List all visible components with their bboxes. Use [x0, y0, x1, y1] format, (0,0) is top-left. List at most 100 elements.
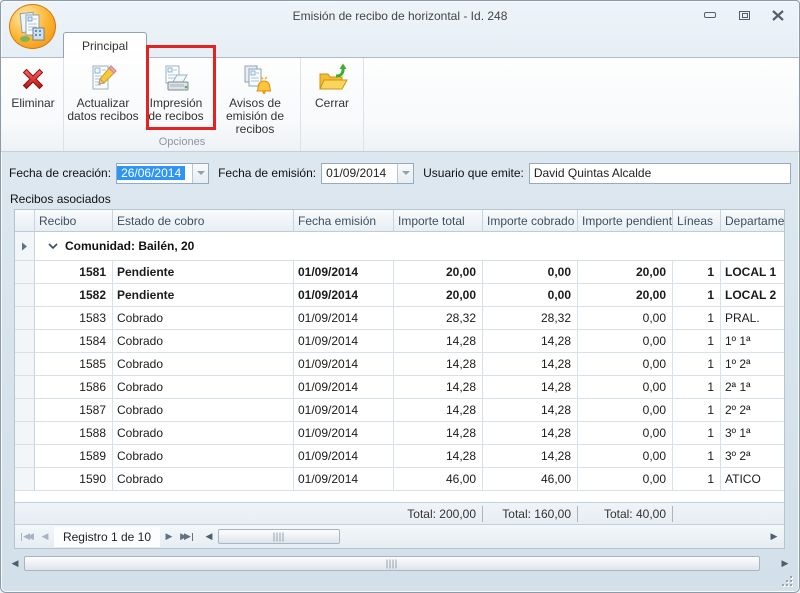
cell-importe-cobrado: 14,28: [483, 399, 578, 422]
table-row[interactable]: 1584 Cobrado 01/09/2014 14,28 14,28 0,00…: [15, 330, 784, 353]
table-row[interactable]: 1586 Cobrado 01/09/2014 14,28 14,28 0,00…: [15, 376, 784, 399]
cell-importe-total: 28,32: [394, 307, 483, 330]
cell-importe-cobrado: 0,00: [483, 284, 578, 307]
resize-grip-icon[interactable]: [782, 576, 792, 586]
totals-row: Total: 200,00 Total: 160,00 Total: 40,00: [15, 502, 784, 524]
table-row[interactable]: 1582 Pendiente 01/09/2014 20,00 0,00 20,…: [15, 284, 784, 307]
table-row[interactable]: 1583 Cobrado 01/09/2014 28,32 28,32 0,00…: [15, 307, 784, 330]
cell-lineas: 1: [673, 399, 721, 422]
grid-horizontal-scrollbar[interactable]: ◀ ▶: [202, 528, 781, 545]
row-marker-icon: [21, 242, 28, 251]
eliminar-button[interactable]: Eliminar: [3, 58, 63, 110]
scroll-left-icon[interactable]: ◀: [202, 531, 216, 542]
usuario-emite-value: David Quintas Alcalde: [530, 166, 655, 180]
usuario-emite-label: Usuario que emite:: [423, 166, 524, 180]
nav-prev-button[interactable]: ◀: [36, 528, 54, 546]
cell-fecha: 01/09/2014: [294, 376, 394, 399]
impresion-recibos-button[interactable]: Impresión de recibos: [142, 58, 210, 123]
header-cell-recibo[interactable]: Recibo: [35, 210, 113, 232]
grid-scroll-track[interactable]: [216, 528, 767, 545]
grid-body: 1581 Pendiente 01/09/2014 20,00 0,00 20,…: [15, 261, 784, 491]
window-scroll-thumb[interactable]: [24, 556, 760, 571]
chevron-down-icon: [402, 171, 410, 175]
close-button[interactable]: [771, 9, 785, 21]
row-selector-cell[interactable]: [15, 376, 35, 399]
table-row[interactable]: 1585 Cobrado 01/09/2014 14,28 14,28 0,00…: [15, 353, 784, 376]
restore-button[interactable]: [737, 9, 751, 21]
table-row[interactable]: 1587 Cobrado 01/09/2014 14,28 14,28 0,00…: [15, 399, 784, 422]
header-cell-importe-cobrado[interactable]: Importe cobrado: [483, 210, 578, 232]
group-row-label: Comunidad: Bailén, 20: [65, 239, 194, 253]
nav-record-label: Registro 1 de 10: [54, 527, 160, 547]
total-importe-pendiente: Total: 40,00: [578, 506, 673, 522]
window-horizontal-scrollbar[interactable]: ◀ ▶: [8, 555, 792, 572]
notification-bell-icon: [239, 62, 271, 96]
row-selector-cell[interactable]: [15, 422, 35, 445]
scroll-right-icon[interactable]: ▶: [778, 558, 792, 569]
header-cell-departamento[interactable]: Departamen: [721, 210, 784, 232]
row-selector-cell[interactable]: [15, 399, 35, 422]
table-row[interactable]: 1581 Pendiente 01/09/2014 20,00 0,00 20,…: [15, 261, 784, 284]
table-row[interactable]: 1588 Cobrado 01/09/2014 14,28 14,28 0,00…: [15, 422, 784, 445]
header-cell-lineas[interactable]: Líneas: [673, 210, 721, 232]
cell-importe-pendiente: 0,00: [578, 445, 673, 468]
row-selector-cell[interactable]: [15, 445, 35, 468]
record-navigator: ◀◀ ◀ Registro 1 de 10 ▶ ▶▶ ◀ ▶: [15, 524, 784, 548]
minimize-button[interactable]: [703, 9, 717, 21]
cell-recibo: 1581: [35, 261, 113, 284]
nav-first-button[interactable]: ◀◀: [18, 528, 36, 546]
row-selector-cell[interactable]: [15, 284, 35, 307]
cell-recibo: 1582: [35, 284, 113, 307]
nav-next-button[interactable]: ▶: [160, 528, 178, 546]
row-selector-cell[interactable]: [15, 353, 35, 376]
delete-x-icon: [17, 62, 49, 96]
scroll-right-icon[interactable]: ▶: [767, 531, 781, 542]
row-selector-cell[interactable]: [15, 330, 35, 353]
cell-estado: Cobrado: [113, 399, 294, 422]
titlebar: Emisión de recibo de horizontal - Id. 24…: [1, 1, 799, 31]
print-receipt-icon: [160, 62, 192, 96]
tab-principal[interactable]: Principal: [63, 32, 147, 58]
header-cell-importe-pendiente[interactable]: Importe pendiente: [578, 210, 673, 232]
cell-estado: Cobrado: [113, 330, 294, 353]
row-selector-cell[interactable]: [15, 261, 35, 284]
row-selector-cell[interactable]: [15, 307, 35, 330]
actualizar-datos-button[interactable]: Actualizar datos recibos: [64, 58, 142, 123]
tab-strip: Principal: [1, 31, 799, 57]
expand-chevron-icon[interactable]: [48, 243, 58, 250]
cell-recibo: 1587: [35, 399, 113, 422]
fecha-emision-dropdown[interactable]: [397, 164, 413, 183]
fecha-creacion-dropdown[interactable]: [192, 164, 208, 183]
window-scroll-track[interactable]: [22, 555, 778, 572]
cell-importe-cobrado: 0,00: [483, 261, 578, 284]
cell-importe-cobrado: 14,28: [483, 422, 578, 445]
cell-fecha: 01/09/2014: [294, 353, 394, 376]
cell-estado: Cobrado: [113, 307, 294, 330]
row-selector-cell[interactable]: [15, 468, 35, 491]
ribbon-group-cerrar: Cerrar: [301, 58, 364, 151]
table-row[interactable]: 1590 Cobrado 01/09/2014 46,00 46,00 0,00…: [15, 468, 784, 491]
usuario-emite-field[interactable]: David Quintas Alcalde: [529, 163, 791, 184]
cell-departamento: LOCAL 2: [721, 284, 784, 307]
fecha-emision-field[interactable]: 01/09/2014: [321, 163, 414, 184]
header-cell-importe-total[interactable]: Importe total: [394, 210, 483, 232]
cell-estado: Cobrado: [113, 468, 294, 491]
header-cell-fecha[interactable]: Fecha emisión: [294, 210, 394, 232]
fecha-creacion-field[interactable]: 26/06/2014: [116, 163, 209, 184]
cell-lineas: 1: [673, 261, 721, 284]
scroll-left-icon[interactable]: ◀: [8, 558, 22, 569]
table-row[interactable]: 1589 Cobrado 01/09/2014 14,28 14,28 0,00…: [15, 445, 784, 468]
cell-importe-pendiente: 0,00: [578, 353, 673, 376]
chevron-down-icon: [197, 171, 205, 175]
cell-departamento: 2ª 1ª: [721, 376, 784, 399]
cell-fecha: 01/09/2014: [294, 399, 394, 422]
ribbon-group-opciones: Actualizar datos recibos Impresión de re…: [64, 58, 301, 151]
grid-scroll-thumb[interactable]: [218, 529, 340, 544]
avisos-emision-button[interactable]: Avisos de emisión de recibos: [210, 58, 300, 136]
cerrar-button[interactable]: Cerrar: [301, 58, 363, 110]
cell-fecha: 01/09/2014: [294, 307, 394, 330]
group-row[interactable]: Comunidad: Bailén, 20: [15, 232, 784, 261]
nav-last-button[interactable]: ▶▶: [178, 528, 196, 546]
header-cell-estado[interactable]: Estado de cobro: [113, 210, 294, 232]
cell-importe-total: 14,28: [394, 399, 483, 422]
